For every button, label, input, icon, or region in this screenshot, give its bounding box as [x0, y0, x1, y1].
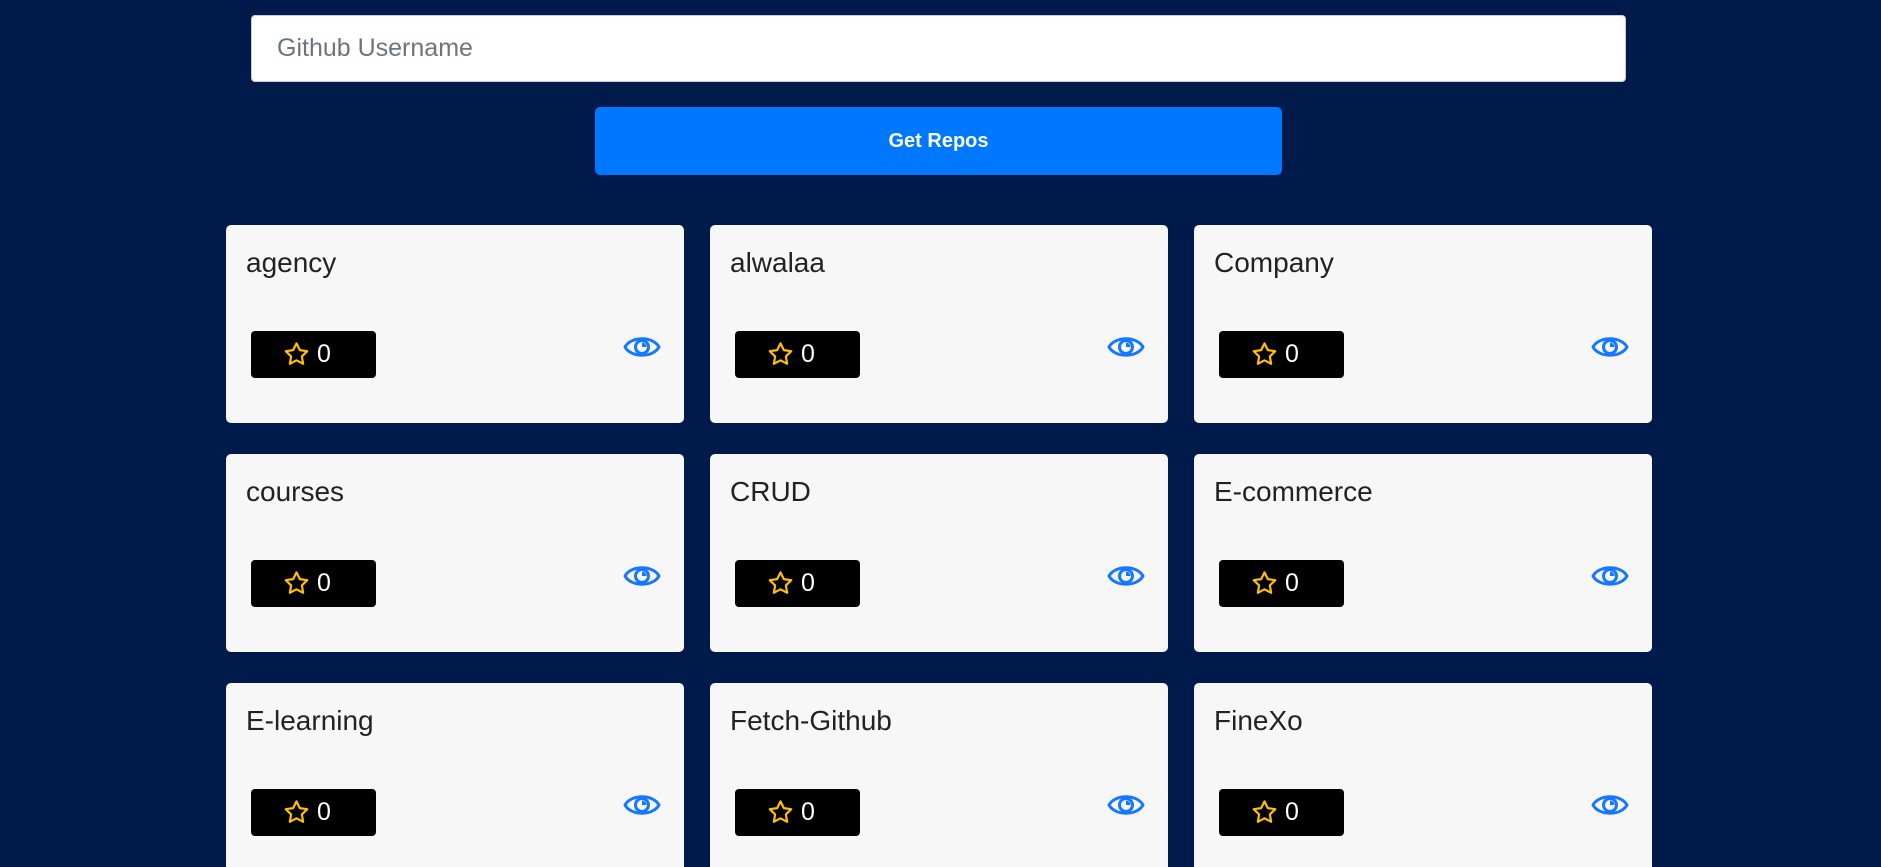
- star-badge: 0: [251, 560, 376, 607]
- repo-card: agency 0: [226, 225, 684, 423]
- star-icon: [766, 798, 795, 827]
- repo-card: E-commerce 0: [1194, 454, 1652, 652]
- star-icon: [1250, 569, 1279, 598]
- eye-icon[interactable]: [1591, 561, 1629, 591]
- star-icon: [1250, 798, 1279, 827]
- eye-icon[interactable]: [623, 790, 661, 820]
- repo-card: FineXo 0: [1194, 683, 1652, 867]
- repo-name: E-learning: [246, 705, 374, 736]
- repo-name: Company: [1214, 247, 1334, 278]
- star-icon: [282, 569, 311, 598]
- repo-name: courses: [246, 476, 345, 507]
- star-count: 0: [317, 569, 331, 597]
- star-count: 0: [801, 798, 815, 826]
- repo-card: courses 0: [226, 454, 684, 652]
- star-count: 0: [801, 340, 815, 368]
- get-repos-button[interactable]: Get Repos: [595, 107, 1282, 175]
- github-username-input[interactable]: [251, 15, 1626, 82]
- star-count: 0: [801, 569, 815, 597]
- star-icon: [766, 340, 795, 369]
- eye-icon[interactable]: [623, 561, 661, 591]
- repo-name: agency: [246, 247, 337, 278]
- star-badge: 0: [735, 331, 860, 378]
- star-badge: 0: [1219, 789, 1344, 836]
- repo-card: CRUD 0: [710, 454, 1168, 652]
- repo-name: Fetch-Github: [730, 705, 892, 736]
- star-badge: 0: [251, 331, 376, 378]
- repo-card: Company 0: [1194, 225, 1652, 423]
- eye-icon[interactable]: [623, 332, 661, 362]
- star-badge: 0: [1219, 331, 1344, 378]
- star-count: 0: [317, 340, 331, 368]
- star-count: 0: [1285, 569, 1299, 597]
- page: Get Repos agency 0 alwalaa: [0, 0, 1881, 867]
- star-count: 0: [317, 798, 331, 826]
- star-icon: [282, 340, 311, 369]
- star-badge: 0: [735, 560, 860, 607]
- star-icon: [766, 569, 795, 598]
- eye-icon[interactable]: [1107, 790, 1145, 820]
- star-badge: 0: [735, 789, 860, 836]
- star-icon: [1250, 340, 1279, 369]
- repo-grid: agency 0 alwalaa 0 Company 0 courses 0 C…: [226, 225, 1652, 867]
- repo-name: CRUD: [730, 476, 811, 507]
- repo-card: Fetch-Github 0: [710, 683, 1168, 867]
- repo-name: E-commerce: [1214, 476, 1373, 507]
- eye-icon[interactable]: [1107, 561, 1145, 591]
- star-icon: [282, 798, 311, 827]
- repo-name: FineXo: [1214, 705, 1303, 736]
- star-badge: 0: [251, 789, 376, 836]
- repo-card: E-learning 0: [226, 683, 684, 867]
- eye-icon[interactable]: [1591, 790, 1629, 820]
- repo-name: alwalaa: [730, 247, 825, 278]
- star-count: 0: [1285, 798, 1299, 826]
- star-badge: 0: [1219, 560, 1344, 607]
- star-count: 0: [1285, 340, 1299, 368]
- eye-icon[interactable]: [1591, 332, 1629, 362]
- repo-card: alwalaa 0: [710, 225, 1168, 423]
- eye-icon[interactable]: [1107, 332, 1145, 362]
